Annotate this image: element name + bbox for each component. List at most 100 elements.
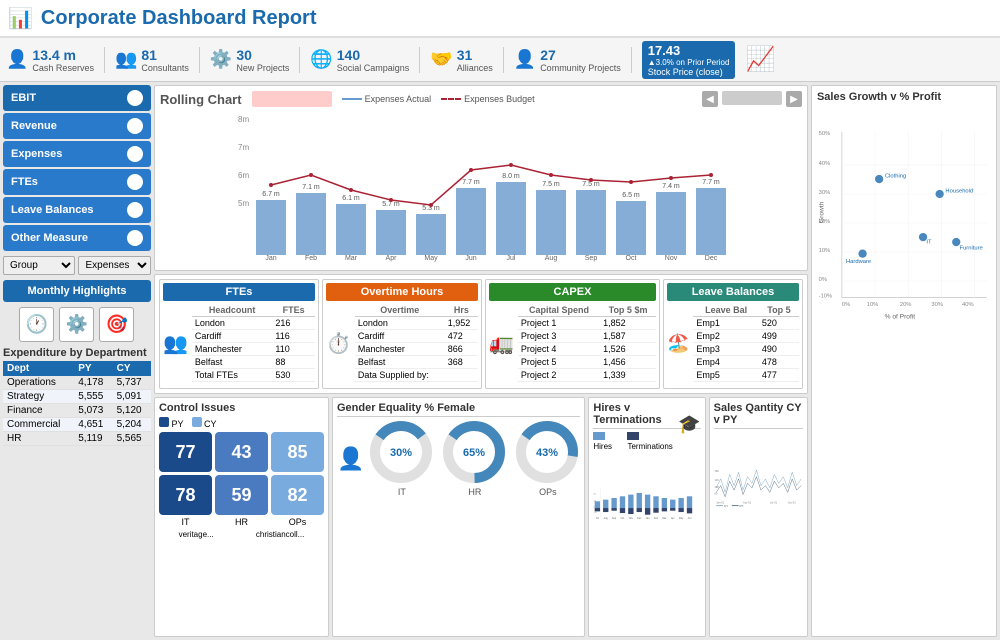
sales-qty-section: Sales Qantity CY v PY CY PY Jan-01 Apr-0… [709, 397, 808, 637]
svg-text:5m: 5m [238, 199, 249, 208]
cy-cell: 5,120 [113, 404, 151, 418]
monthly-highlights[interactable]: Monthly Highlights [3, 280, 151, 302]
ci-label-hr: HR [215, 517, 268, 527]
hc-cell: 88 [272, 356, 315, 369]
sales-growth-panel: Sales Growth v % Profit 50% 40% 30% 20% … [811, 85, 997, 637]
svg-text:PY: PY [739, 504, 743, 508]
val-cell: 1,526 [600, 343, 656, 356]
sidebar-item-ebit[interactable]: EBIT [3, 85, 151, 111]
scroll-bar[interactable] [722, 91, 782, 105]
leave-emp-header: Leave Bal [693, 304, 759, 317]
cy-cell: 5,737 [113, 376, 151, 390]
projects-icon: ⚙️ [210, 49, 232, 70]
stock-change: ▲3.0% on Prior Period [648, 58, 730, 67]
svg-text:8.0 m: 8.0 m [502, 173, 520, 180]
table-row: Strategy5,5555,091 [3, 390, 151, 404]
capex-table: Capital Spend Top 5 $m Project 11,852Pro… [518, 304, 656, 382]
kpi-social: 🌐 140 Social Campaigns [310, 47, 420, 73]
page-header: 📊 Corporate Dashboard Report [0, 0, 1000, 38]
group-controls: Group Expenses [3, 256, 151, 275]
overtime-title: Overtime Hours [326, 283, 478, 301]
other-indicator [127, 230, 143, 246]
clothing-point [875, 175, 883, 183]
cy-dot [192, 417, 202, 427]
svg-text:6m: 6m [238, 171, 249, 180]
sidebar-item-expenses[interactable]: Expenses [3, 141, 151, 167]
actual-line [342, 98, 362, 100]
city-cell: Total FTEs [192, 369, 273, 382]
gender-section: Gender Equality % Female 👤 30% IT [332, 397, 585, 637]
sidebar-item-ftes[interactable]: FTEs [3, 169, 151, 195]
website-labels: veritage... christiancoll... [159, 530, 324, 539]
ot-city-cell: London [355, 317, 445, 330]
hires-legend: Hires Terminations [593, 432, 678, 451]
kpi-stock: 17.43 ▲3.0% on Prior Period Stock Price … [642, 41, 736, 79]
list-item: Cardiff472 [355, 330, 478, 343]
hardware-point [858, 250, 866, 258]
next-arrow[interactable]: ▶ [786, 91, 802, 107]
svg-text:-10%: -10% [819, 294, 833, 300]
sidebar-item-other[interactable]: Other Measure [3, 225, 151, 251]
ot-hrs-cell: 866 [445, 343, 478, 356]
emp-cell: Emp2 [693, 330, 759, 343]
overtime-clock-icon: ⏱️ [326, 331, 351, 356]
group-select[interactable]: Group [3, 256, 75, 275]
proj-cell: Project 2 [518, 369, 600, 382]
expenses-select[interactable]: Expenses [78, 256, 150, 275]
sales-qty-title: Sales Qantity CY v PY [714, 402, 803, 429]
proj-cell: Project 4 [518, 343, 600, 356]
bal-cell: 499 [759, 330, 799, 343]
hires-icon: 🎓 [678, 414, 700, 435]
control-issues-title: Control Issues [159, 402, 324, 414]
svg-text:7.5 m: 7.5 m [542, 181, 560, 188]
target-icon: 🎯 [99, 307, 134, 342]
hc-cell: 110 [272, 343, 315, 356]
community-icon: 👤 [514, 49, 536, 70]
gender-title: Gender Equality % Female [337, 402, 580, 417]
sidebar-item-leave[interactable]: Leave Balances [3, 197, 151, 223]
website-1: veritage... [179, 530, 214, 539]
capex-truck-icon: 🚛 [489, 331, 514, 356]
kpi-community: 👤 27 Community Projects [514, 47, 632, 73]
svg-text:40%: 40% [819, 161, 831, 167]
kpi-alliances: 🤝 31 Alliances [430, 47, 503, 73]
list-item: London216 [192, 317, 315, 330]
stock-value: 17.43 [648, 43, 730, 58]
svg-text:30%: 30% [390, 447, 412, 459]
ebit-indicator [127, 90, 143, 106]
middle-section: Rolling Chart Expenses Actual Expenses B… [154, 85, 808, 637]
overtime-table: Overtime Hrs London1,952Cardiff472Manche… [355, 304, 478, 382]
ci-box-4: 59 [215, 475, 268, 515]
svg-text:40%: 40% [962, 302, 974, 308]
svg-text:7.7 m: 7.7 m [702, 179, 720, 186]
emp-cell: Emp1 [693, 317, 759, 330]
ops-donut: 43% OPs [515, 420, 580, 497]
list-item: Emp4478 [693, 356, 799, 369]
svg-text:60: 60 [714, 492, 717, 496]
household-point [935, 190, 943, 198]
it-donut-svg: 30% [369, 420, 434, 485]
svg-text:Hardware: Hardware [846, 259, 871, 265]
svg-text:140: 140 [714, 478, 719, 482]
svg-text:0%: 0% [842, 302, 850, 308]
hr-donut: 65% HR [442, 420, 507, 497]
table-row: HR5,1195,565 [3, 432, 151, 446]
ci-label-it: IT [159, 517, 212, 527]
bottom-row: Control Issues PY CY 77 43 85 78 [154, 397, 808, 637]
svg-text:Nov: Nov [629, 518, 634, 520]
city-cell: Manchester [192, 343, 273, 356]
rolling-chart-section: Rolling Chart Expenses Actual Expenses B… [154, 85, 808, 271]
dept-cell: Commercial [3, 418, 74, 432]
projects-label: New Projects [236, 63, 289, 73]
col-py: PY [74, 361, 112, 376]
list-item: Emp5477 [693, 369, 799, 382]
sales-qty-svg: CY PY Jan-01 Apr-01 Jul-01 Oct-01 180 14… [714, 432, 803, 537]
city-cell: London [192, 317, 273, 330]
rolling-chart-title: Rolling Chart [160, 92, 242, 107]
svg-text:Apr-01: Apr-01 [743, 500, 752, 504]
prev-arrow[interactable]: ◀ [702, 91, 718, 107]
legend-actual: Expenses Actual [342, 94, 432, 104]
ftes-title: FTEs [163, 283, 315, 301]
svg-text:Furniture: Furniture [960, 246, 983, 252]
sidebar-item-revenue[interactable]: Revenue [3, 113, 151, 139]
